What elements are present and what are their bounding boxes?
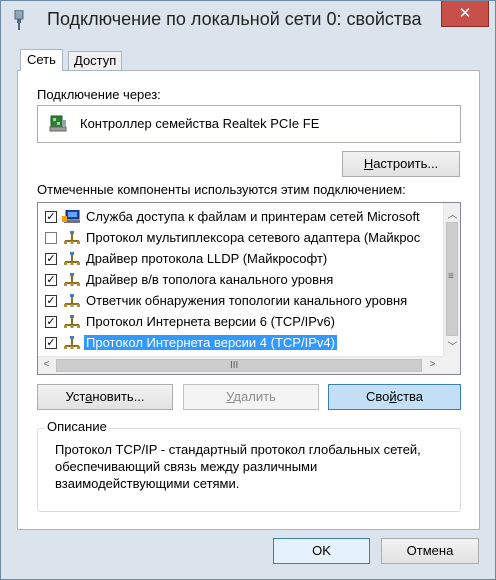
list-item[interactable]: ✓ Ответчик обнаружения топологии канально… (38, 291, 442, 311)
remove-button[interactable]: Удалить (183, 384, 319, 410)
component-checkbox[interactable]: ✓ (45, 337, 57, 349)
properties-window: Подключение по локальной сети 0: свойств… (0, 0, 496, 580)
install-button[interactable]: Установить... (37, 384, 173, 410)
list-item[interactable]: ✓ Драйвер в/в тополога канального уровня (38, 270, 442, 290)
list-item[interactable]: ✓ Драйвер протокола LLDP (Майкрософт) (38, 249, 442, 269)
list-item[interactable]: Протокол мультиплексора сетевого адаптер… (38, 228, 442, 248)
component-checkbox[interactable]: ✓ (45, 211, 57, 223)
close-icon: ✕ (458, 5, 472, 22)
component-checkbox[interactable]: ✓ (45, 316, 57, 328)
protocol-icon (64, 273, 80, 286)
component-checkbox[interactable] (45, 232, 57, 244)
vertical-scrollbar[interactable]: ︿ ≡ ﹀ (443, 203, 460, 356)
vertical-scroll-thumb[interactable]: ≡ (446, 222, 458, 336)
configure-button[interactable]: Настроить... (342, 151, 460, 177)
component-label: Протокол Интернета версии 6 (TCP/IPv6) (86, 314, 335, 329)
component-label: Драйвер протокола LLDP (Майкрософт) (86, 251, 328, 266)
adapter-box: Контроллер семейства Realtek PCIe FE (37, 105, 461, 143)
horizontal-scrollbar[interactable]: < III > (38, 356, 443, 374)
components-list[interactable]: ✓ Протокол Интернета версии 4 (TCP/IPv4) ✓… (37, 202, 461, 375)
network-adapter-icon (49, 115, 67, 132)
grip-icon: ≡ (448, 271, 454, 282)
scroll-up-icon[interactable]: ︿ (444, 206, 460, 221)
connect-via-label: Подключение через: (37, 87, 161, 102)
list-item[interactable]: ✓ Протокол Интернета версии 4 (TCP/IPv4) (38, 333, 442, 353)
scroll-right-icon[interactable]: > (424, 359, 441, 370)
component-checkbox[interactable]: ✓ (45, 253, 57, 265)
network-service-icon (62, 210, 80, 223)
protocol-icon (64, 336, 80, 349)
protocol-icon (64, 294, 80, 307)
component-label: Служба доступа к файлам и принтерам сете… (86, 209, 420, 224)
adapter-name: Контроллер семейства Realtek PCIe FE (80, 116, 320, 131)
description-text: Протокол TCP/IP - стандартный протокол г… (55, 442, 421, 491)
components-label: Отмеченные компоненты используются этим … (37, 182, 406, 197)
properties-button[interactable]: Свойства (328, 384, 461, 410)
protocol-icon (64, 252, 80, 265)
horizontal-scroll-thumb[interactable]: III (56, 359, 422, 372)
description-title: Описание (45, 419, 109, 434)
grip-icon: III (230, 360, 239, 371)
component-label: Драйвер в/в тополога канального уровня (86, 272, 334, 287)
tab-network[interactable]: Сеть (20, 49, 63, 71)
component-label: Протокол мультиплексора сетевого адаптер… (86, 230, 421, 245)
component-label: Протокол Интернета версии 4 (TCP/IPv4) (84, 335, 337, 350)
component-checkbox[interactable]: ✓ (45, 274, 57, 286)
scrollbar-corner (443, 356, 460, 374)
close-button[interactable]: ✕ (441, 1, 489, 27)
scroll-left-icon[interactable]: < (38, 359, 55, 370)
ok-button[interactable]: OK (273, 538, 370, 564)
list-item[interactable]: ✓ Протокол Интернета версии 6 (TCP/IPv6) (38, 312, 442, 332)
scroll-down-icon[interactable]: ﹀ (444, 338, 460, 353)
component-label: Ответчик обнаружения топологии канальног… (86, 293, 408, 308)
network-connection-icon (14, 10, 24, 30)
protocol-icon (64, 315, 80, 328)
window-title: Подключение по локальной сети 0: свойств… (47, 9, 422, 29)
component-checkbox[interactable]: ✓ (45, 295, 57, 307)
cancel-button[interactable]: Отмена (381, 538, 479, 564)
protocol-icon (64, 231, 80, 244)
tab-access[interactable]: Доступ (68, 51, 123, 70)
list-item[interactable]: ✓ Служба доступа к файлам и принтерам сет… (38, 207, 442, 227)
